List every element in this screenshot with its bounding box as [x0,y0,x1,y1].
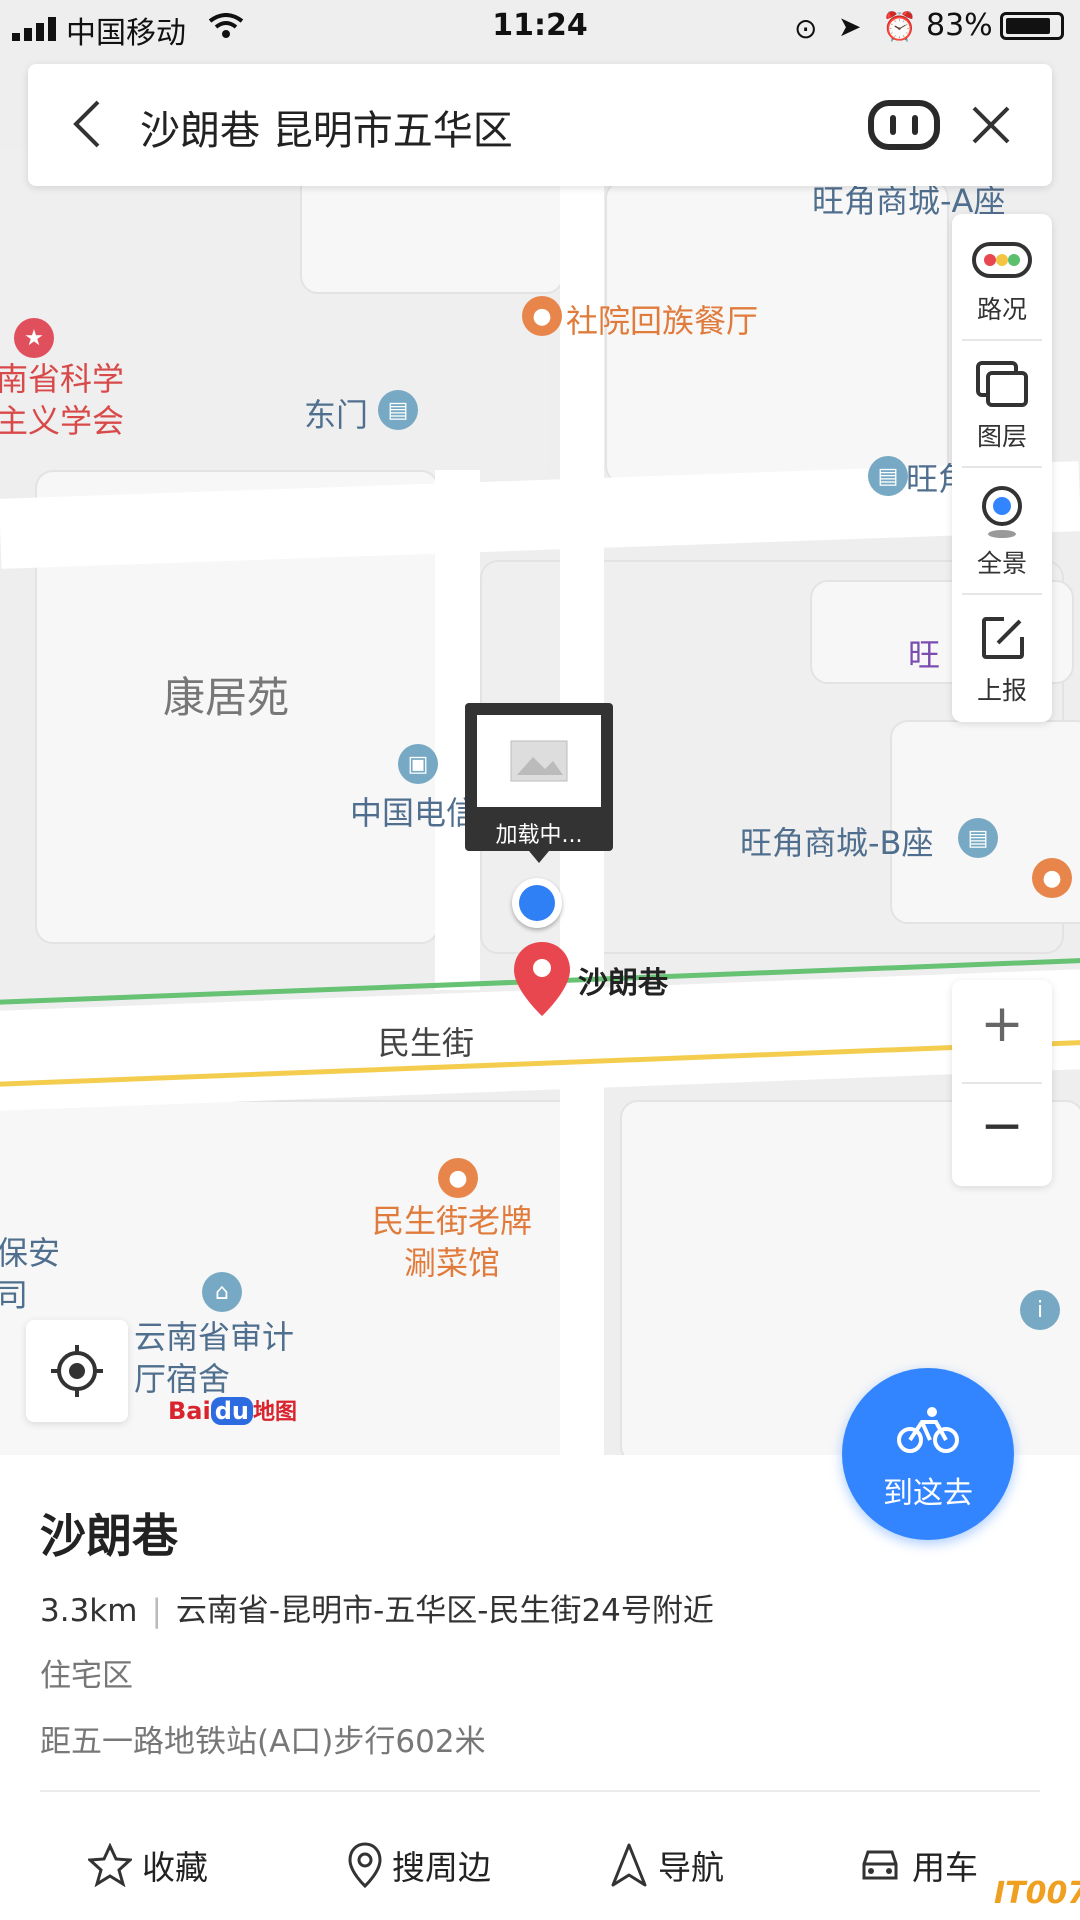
map-view[interactable]: ● 社院回族餐厅 东门 ▤ ★ 南省科学 主义学会 康居苑 ▣ 中国电信 旺角商… [0,0,1080,1455]
divider [40,1790,1040,1792]
search-bar[interactable]: 沙朗巷 昆明市五华区 [28,64,1052,186]
favorite-button[interactable]: 收藏 [88,1835,208,1895]
poi-wang-purple-label[interactable]: 旺 [908,630,940,676]
poi-hotpot-label[interactable]: 民生街老牌 涮菜馆 [372,1200,532,1284]
location-marker-icon[interactable] [512,940,572,1022]
street-name-label: 民生街 [378,1024,475,1062]
photo-preview-popup[interactable]: 加载中... [465,703,613,851]
poi-telecom-label[interactable]: 中国电信 [350,788,478,834]
map-tools-panel: 路况 图层 全景 上报 [952,214,1052,722]
tool-layers[interactable]: 图层 [952,341,1052,468]
close-icon[interactable] [970,104,1012,150]
navigate-button[interactable]: 导航 [610,1835,724,1895]
report-edit-icon [980,615,1026,665]
dorm-icon: ⌂ [202,1272,242,1312]
tool-label: 图层 [976,422,1027,451]
tool-label: 路况 [976,295,1027,324]
alarm-icon: ⏰ [882,10,917,43]
go-here-button[interactable]: 到这去 [842,1368,1014,1540]
poi-baoan-label[interactable]: 保安 司 [0,1232,60,1316]
current-location-icon [512,878,562,928]
zoom-in-button[interactable]: + [952,994,1052,1054]
star-icon [88,1843,132,1887]
crosshair-icon [51,1345,103,1401]
clock-label: 11:24 [492,8,588,43]
locate-me-button[interactable] [26,1320,128,1422]
address-label: 云南省-昆明市-五华区-民生街24号附近 [175,1593,714,1629]
loading-text: 加载中... [495,823,583,848]
rotation-lock-icon: ⊙ [794,12,818,45]
restaurant-icon: ● [1032,858,1072,898]
zoom-control: + − [952,980,1052,1186]
hotpot-icon: ● [438,1158,478,1198]
tool-label: 上报 [976,676,1027,705]
zoom-out-button[interactable]: − [952,1096,1052,1156]
poi-society-label[interactable]: 南省科学 主义学会 [0,358,124,442]
marker-name-label: 沙朗巷 [578,966,668,1001]
voice-assistant-icon[interactable] [868,100,940,154]
tool-panorama[interactable]: 全景 [952,468,1052,595]
telecom-icon: ▣ [398,744,438,784]
traffic-light-icon [972,242,1032,282]
restroom-icon: i [1020,1290,1060,1330]
car-icon [862,1850,898,1880]
category-label: 住宅区 [40,1658,133,1694]
place-title: 沙朗巷 [40,1509,178,1563]
tool-traffic[interactable]: 路况 [952,214,1052,341]
watermark-logo: IT007 [994,1876,1080,1911]
poi-restaurant-label[interactable]: 社院回族餐厅 [566,296,758,342]
status-bar: 中国移动 11:24 ⊙ ➤ ⏰ 83% [0,0,1080,56]
distance-label: 3.3km [40,1593,138,1629]
back-icon[interactable] [68,98,108,154]
search-nearby-button[interactable]: 搜周边 [348,1835,491,1895]
layers-icon [976,361,1028,413]
panorama-icon [980,484,1024,544]
tool-report[interactable]: 上报 [952,595,1052,722]
battery-percent: 83% [926,8,993,43]
place-info-line: 3.3km | 云南省-昆明市-五华区-民生街24号附近 [40,1593,714,1629]
location-arrow-icon: ➤ [838,10,862,43]
mall-icon: ▤ [958,818,998,858]
baidu-logo: Bai du 地图 [168,1397,297,1425]
nearby-pin-icon [348,1842,382,1888]
poi-wangjiao-b-label[interactable]: 旺角商城-B座 [740,818,934,864]
poi-audit-label[interactable]: 云南省审计 厅宿舍 [134,1316,294,1400]
tool-label: 全景 [976,549,1027,578]
walk-info-label: 距五一路地铁站(A口)步行602米 [40,1724,486,1760]
bicycle-icon [896,1404,960,1458]
restaurant-icon: ● [522,296,562,336]
mall-icon: ▤ [868,456,908,496]
star-poi-icon: ★ [14,318,54,358]
poi-east-gate-label[interactable]: 东门 [304,390,368,436]
ride-hailing-button[interactable]: 用车 [858,1835,978,1895]
area-kangjuyuan-label: 康居苑 [163,673,290,722]
search-query[interactable]: 沙朗巷 昆明市五华区 [140,98,513,156]
go-here-label: 到这去 [883,1476,973,1511]
building-icon: ▤ [378,390,418,430]
navigation-arrow-icon [611,1843,647,1887]
image-placeholder-icon [477,715,601,807]
battery-icon [1000,12,1064,40]
